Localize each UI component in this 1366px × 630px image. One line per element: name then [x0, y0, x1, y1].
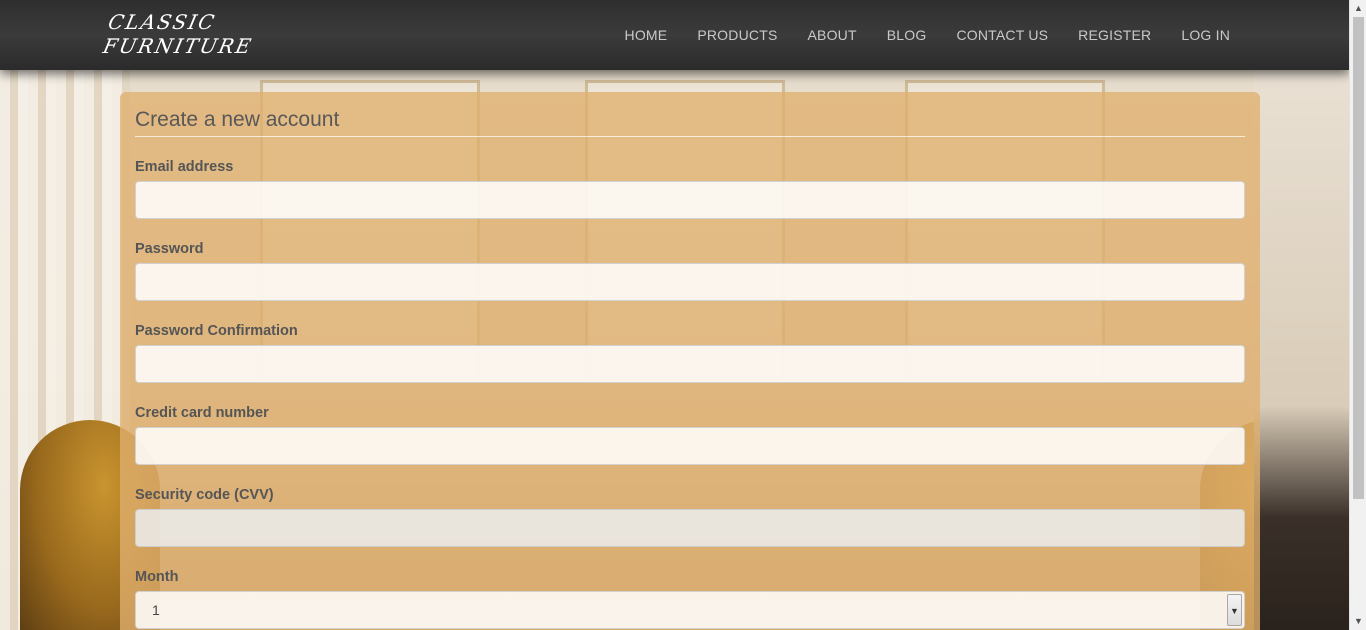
- nav-contact-us[interactable]: CONTACT US: [956, 27, 1048, 43]
- logo-line-2: FURNITURE: [100, 34, 256, 58]
- nav-about[interactable]: ABOUT: [808, 27, 857, 43]
- nav-log-in[interactable]: LOG IN: [1181, 27, 1230, 43]
- page-scrollbar[interactable]: ▲ ▼: [1349, 0, 1366, 630]
- password-confirmation-label: Password Confirmation: [135, 323, 298, 339]
- register-form: Create a new account Email address Passw…: [120, 92, 1260, 630]
- credit-card-label: Credit card number: [135, 405, 269, 421]
- email-label: Email address: [135, 159, 234, 175]
- nav-register[interactable]: REGISTER: [1078, 27, 1151, 43]
- password-confirmation-field[interactable]: [135, 345, 1245, 383]
- cvv-label: Security code (CVV): [135, 487, 274, 503]
- chevron-down-icon[interactable]: ▼: [1227, 594, 1242, 626]
- wall-right: [1254, 70, 1349, 630]
- month-selected-value: 1: [152, 602, 160, 618]
- nav-home[interactable]: HOME: [625, 27, 668, 43]
- nav-products[interactable]: PRODUCTS: [697, 27, 777, 43]
- credit-card-field[interactable]: [135, 427, 1245, 465]
- cvv-field[interactable]: [135, 509, 1245, 547]
- form-title: Create a new account: [135, 108, 1245, 137]
- password-field[interactable]: [135, 263, 1245, 301]
- scrollbar-thumb[interactable]: [1353, 17, 1364, 499]
- month-select[interactable]: 1 ▼: [135, 591, 1245, 629]
- month-label: Month: [135, 569, 179, 585]
- logo-line-1: CLASSIC: [106, 10, 219, 34]
- arrow-down-icon[interactable]: ▼: [1350, 613, 1366, 630]
- site-logo[interactable]: CLASSIC FURNITURE: [101, 10, 281, 58]
- email-field[interactable]: [135, 181, 1245, 219]
- arrow-up-icon[interactable]: ▲: [1350, 0, 1366, 17]
- nav-blog[interactable]: BLOG: [887, 27, 927, 43]
- main-nav: HOME PRODUCTS ABOUT BLOG CONTACT US REGI…: [595, 0, 1230, 70]
- password-label: Password: [135, 241, 204, 257]
- top-navbar: CLASSIC FURNITURE HOME PRODUCTS ABOUT BL…: [0, 0, 1349, 70]
